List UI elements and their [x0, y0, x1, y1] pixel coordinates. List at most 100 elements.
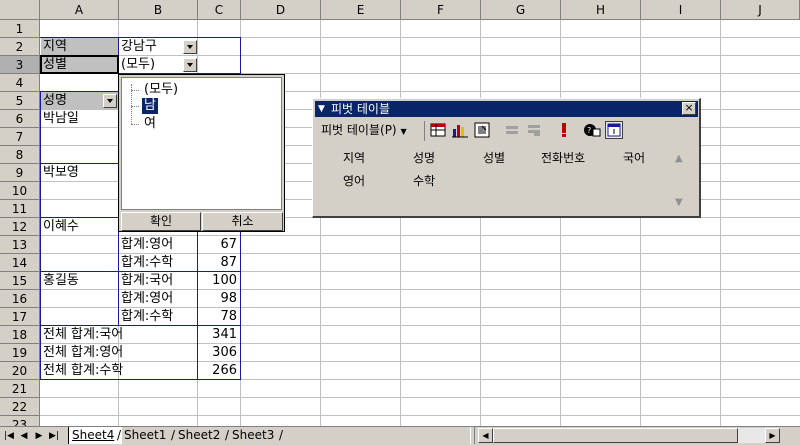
row-header-1[interactable]: 1 — [0, 20, 40, 38]
row-header-16[interactable]: 16 — [0, 290, 40, 308]
show-detail-icon[interactable] — [525, 121, 543, 139]
row-header-5[interactable]: 5 — [0, 92, 40, 110]
sheet-tab-sheet4[interactable]: Sheet4 — [68, 427, 122, 444]
scroll-down-icon[interactable]: ▼ — [675, 197, 683, 208]
grand-total-label[interactable]: 전체 합계:국어 — [41, 326, 197, 344]
grand-total-label[interactable]: 전체 합계:수학 — [41, 362, 197, 380]
field-settings-icon[interactable]: ? — [583, 121, 601, 139]
row-header-19[interactable]: 19 — [0, 344, 40, 362]
hide-detail-icon[interactable] — [503, 121, 521, 139]
next-sheet-icon[interactable]: ▶ — [33, 429, 45, 443]
row-header-9[interactable]: 9 — [0, 164, 40, 182]
page-field-region-label[interactable]: 지역 — [41, 38, 118, 56]
display-fields-icon[interactable] — [605, 121, 623, 139]
filter-item-all[interactable]: (모두) — [142, 82, 180, 98]
row-header-6[interactable]: 6 — [0, 110, 40, 128]
region-dropdown-button[interactable] — [183, 40, 197, 54]
value-cell[interactable]: 67 — [198, 236, 240, 254]
gender-dropdown-button[interactable] — [183, 58, 197, 72]
row-header-20[interactable]: 20 — [0, 362, 40, 380]
pivot-table-toolbar: ▼ 피벗 테이블 × 피벗 테이블(P) ▼ ? 지역 성명 성별 전화번호 국… — [312, 98, 701, 218]
scroll-right-icon[interactable]: ▶ — [765, 428, 780, 443]
row-header-12[interactable]: 12 — [0, 218, 40, 236]
ok-button[interactable]: 확인 — [121, 212, 201, 231]
sheet-tab-sheet1[interactable]: Sheet1 — [124, 427, 166, 444]
column-header-f[interactable]: F — [401, 0, 481, 20]
scroll-left-icon[interactable]: ◀ — [478, 428, 493, 443]
value-cell[interactable]: 100 — [198, 272, 240, 290]
value-cell[interactable]: 78 — [198, 308, 240, 326]
row-header-2[interactable]: 2 — [0, 38, 40, 56]
row-header-22[interactable]: 22 — [0, 398, 40, 416]
pivot-toolbar-title: 피벗 테이블 — [331, 102, 391, 116]
filter-item-male[interactable]: 남 — [142, 98, 158, 114]
column-header-i[interactable]: I — [641, 0, 721, 20]
row-header-13[interactable]: 13 — [0, 236, 40, 254]
pivot-field-gender[interactable]: 성별 — [483, 150, 505, 166]
name-dropdown-button[interactable] — [103, 94, 117, 108]
value-cell[interactable]: 98 — [198, 290, 240, 308]
name-cell[interactable]: 이혜수 — [41, 218, 118, 236]
name-cell[interactable]: 홍길동 — [41, 272, 118, 290]
data-label-cell[interactable]: 합계:영어 — [119, 290, 197, 308]
column-header-g[interactable]: G — [481, 0, 561, 20]
row-header-11[interactable]: 11 — [0, 200, 40, 218]
tab-split-handle[interactable] — [470, 427, 475, 444]
row-header-7[interactable]: 7 — [0, 128, 40, 146]
row-header-8[interactable]: 8 — [0, 146, 40, 164]
pivot-toolbar-titlebar[interactable]: ▼ 피벗 테이블 × — [315, 101, 698, 117]
column-header-c[interactable]: C — [198, 0, 241, 20]
last-sheet-icon[interactable]: ▶| — [48, 429, 60, 443]
svg-text:?: ? — [587, 126, 591, 135]
prev-sheet-icon[interactable]: ◀ — [18, 429, 30, 443]
first-sheet-icon[interactable]: |◀ — [3, 429, 15, 443]
pivot-table-menu[interactable]: 피벗 테이블(P) ▼ — [321, 122, 407, 138]
column-header-e[interactable]: E — [321, 0, 401, 20]
grand-total-value[interactable]: 306 — [198, 344, 240, 362]
pivot-wizard-icon[interactable] — [473, 121, 491, 139]
row-header-3[interactable]: 3 — [0, 56, 40, 74]
grand-total-value[interactable]: 341 — [198, 326, 240, 344]
data-label-cell[interactable]: 합계:국어 — [119, 272, 197, 290]
pivot-field-name[interactable]: 성명 — [413, 150, 435, 166]
row-header-4[interactable]: 4 — [0, 74, 40, 92]
pivot-field-english[interactable]: 영어 — [343, 173, 365, 189]
filter-item-female[interactable]: 여 — [142, 116, 158, 132]
data-label-cell[interactable]: 합계:영어 — [119, 236, 197, 254]
pivot-field-korean[interactable]: 국어 — [623, 150, 645, 166]
data-label-cell[interactable]: 합계:수학 — [119, 308, 197, 326]
chart-wizard-icon[interactable] — [451, 121, 469, 139]
data-label-cell[interactable]: 합계:수학 — [119, 254, 197, 272]
format-report-icon[interactable] — [429, 121, 447, 139]
column-header-j[interactable]: J — [721, 0, 800, 20]
row-header-10[interactable]: 10 — [0, 182, 40, 200]
filter-list: (모두) 남 여 — [121, 77, 282, 210]
pivot-field-math[interactable]: 수학 — [413, 173, 435, 189]
select-all-corner[interactable] — [0, 0, 40, 20]
refresh-data-icon[interactable] — [555, 121, 573, 139]
grand-total-value[interactable]: 266 — [198, 362, 240, 380]
row-header-17[interactable]: 17 — [0, 308, 40, 326]
value-cell[interactable]: 87 — [198, 254, 240, 272]
column-header-a[interactable]: A — [40, 0, 119, 20]
column-header-d[interactable]: D — [241, 0, 321, 20]
scroll-up-icon[interactable]: ▲ — [675, 153, 683, 164]
row-header-21[interactable]: 21 — [0, 380, 40, 398]
close-icon[interactable]: × — [682, 102, 696, 115]
sheet-tab-sheet2[interactable]: Sheet2 — [178, 427, 220, 444]
column-header-b[interactable]: B — [119, 0, 198, 20]
name-cell[interactable]: 박남일 — [41, 110, 118, 128]
pivot-field-region[interactable]: 지역 — [343, 150, 365, 166]
row-header-14[interactable]: 14 — [0, 254, 40, 272]
row-header-18[interactable]: 18 — [0, 326, 40, 344]
toolbar-menu-arrow-icon[interactable]: ▼ — [318, 101, 325, 117]
sheet-tab-sheet3[interactable]: Sheet3 — [232, 427, 274, 444]
gender-filter-popup: (모두) 남 여 확인 취소 — [118, 74, 285, 232]
grand-total-label[interactable]: 전체 합계:영어 — [41, 344, 197, 362]
column-header-h[interactable]: H — [561, 0, 641, 20]
name-cell[interactable]: 박보영 — [41, 164, 118, 182]
pivot-field-phone[interactable]: 전화번호 — [541, 150, 585, 166]
horizontal-scroll-thumb[interactable] — [493, 428, 738, 443]
cancel-button[interactable]: 취소 — [202, 212, 283, 231]
row-header-15[interactable]: 15 — [0, 272, 40, 290]
